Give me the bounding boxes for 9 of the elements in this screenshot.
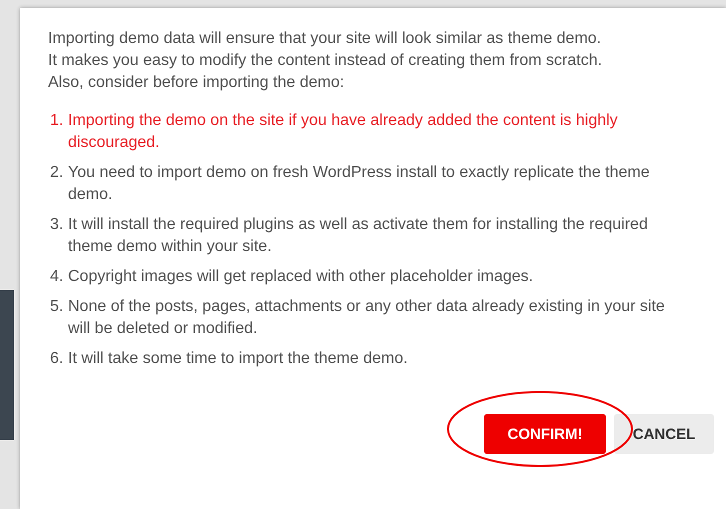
cancel-button[interactable]: CANCEL xyxy=(614,414,714,454)
intro-text: Importing demo data will ensure that your site will look similar as theme demo. It makes you easy to modify the content instead of creating them from scratch. Also, consider before importing the demo: xyxy=(48,29,604,93)
list-item: 3. It will install the required plugins as well as activate them for installing the required theme demo within your site. xyxy=(50,215,649,257)
list-item: 2. You need to import demo on fresh WordPress install to exactly replicate the theme demo. xyxy=(50,163,651,205)
confirm-button[interactable]: CONFIRM! xyxy=(484,414,606,454)
list-item: 4. Copyright images will get replaced with other placeholder images. xyxy=(50,267,534,287)
list-item: 5. None of the posts, pages, attachments or any other data already existing in your site will be deleted or modified. xyxy=(50,297,666,339)
list-item: 6. It will take some time to import the theme demo. xyxy=(50,349,409,369)
list-item: 1. Importing the demo on the site if you have already added the content is highly discouraged. xyxy=(50,111,619,153)
